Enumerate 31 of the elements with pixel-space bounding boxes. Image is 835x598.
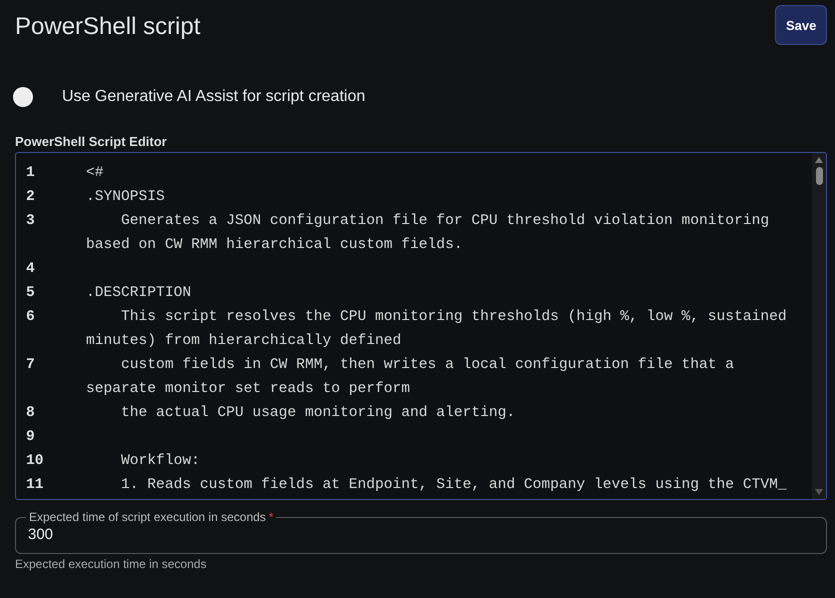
line-number: 9 xyxy=(25,428,36,447)
code-line: Workflow: xyxy=(120,452,201,471)
scrollbar[interactable] xyxy=(812,153,826,499)
code-line: .SYNOPSIS xyxy=(86,188,166,207)
line-number: 8 xyxy=(25,404,36,423)
line-number: 10 xyxy=(25,452,45,471)
code-line: Generates a JSON configuration file for CPU threshold violation monitoring based on CW RMM hierarchical custom fields. xyxy=(86,212,770,255)
required-mark: * xyxy=(268,510,274,524)
toggle-switch[interactable] xyxy=(12,86,34,108)
line-number: 7 xyxy=(25,356,36,375)
page-title: PowerShell script xyxy=(15,13,200,41)
line-number: 1 xyxy=(25,164,36,183)
line-number: 4 xyxy=(25,260,36,279)
scroll-up-icon[interactable] xyxy=(815,157,823,163)
time-input-field[interactable]: Expected time of script execution in seconds * 300 xyxy=(15,510,827,554)
code-editor[interactable] xyxy=(15,152,827,500)
line-number: 3 xyxy=(25,212,36,231)
line-number: 6 xyxy=(25,308,36,327)
save-button[interactable]: Save xyxy=(775,5,827,45)
helper-text: Expected execution time in seconds xyxy=(15,557,208,571)
line-number: 5 xyxy=(25,284,36,303)
line-number: 11 xyxy=(25,476,45,495)
code-line: .DESCRIPTION xyxy=(86,284,192,303)
code-line: 1. Reads custom fields at Endpoint, Site, and Company levels using the CTVM_ xyxy=(120,476,787,495)
code-line: <# xyxy=(86,164,105,183)
field-label: Expected time of script execution in seconds * xyxy=(28,510,274,524)
scroll-thumb[interactable] xyxy=(816,167,822,185)
line-number: 2 xyxy=(25,188,36,207)
toggle-label: Use Generative AI Assist for script creation xyxy=(62,88,366,106)
code-line: the actual CPU usage monitoring and alerting. xyxy=(120,404,516,423)
editor-label: PowerShell Script Editor xyxy=(15,134,168,149)
